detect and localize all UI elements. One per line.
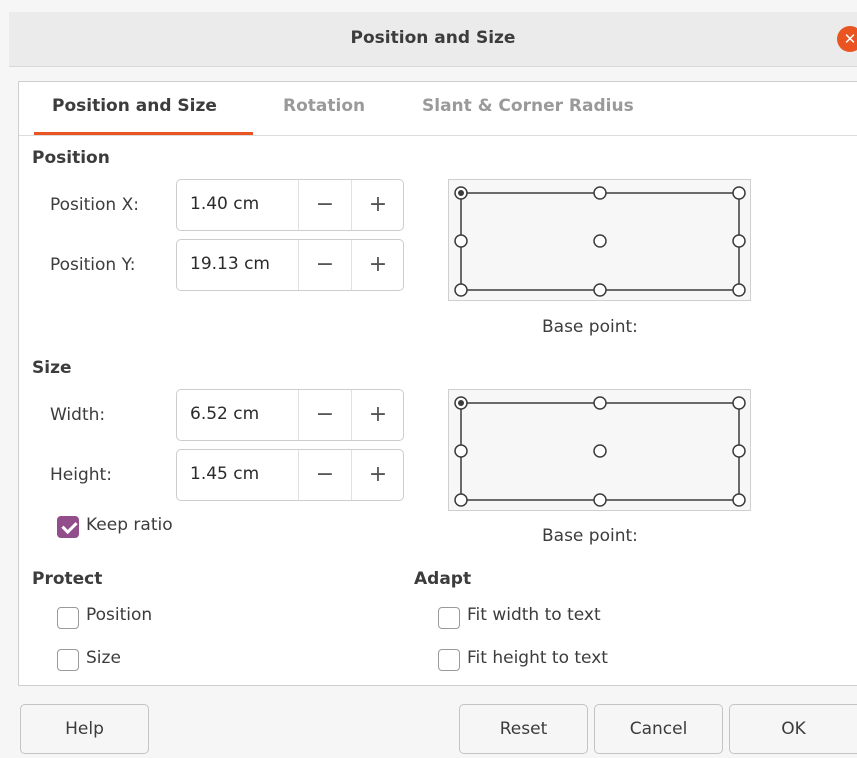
tab-position-and-size[interactable]: Position and Size	[52, 96, 217, 116]
position-heading: Position	[32, 148, 110, 168]
tab-panel: Position and Size Rotation Slant & Corne…	[18, 81, 857, 686]
position-y-input[interactable]: 19.13 cm	[190, 254, 270, 274]
position-y-decrement-button[interactable]: −	[298, 240, 351, 290]
ok-button[interactable]: OK	[729, 704, 857, 754]
fit-height-to-text-label: Fit height to text	[467, 648, 608, 668]
position-base-point-label: Base point:	[542, 317, 638, 337]
tab-slant-corner-radius[interactable]: Slant & Corner Radius	[422, 96, 634, 116]
dialog-window: Position and Size ✕ Position and Size Ro…	[0, 0, 857, 758]
protect-position-label: Position	[86, 605, 153, 625]
height-label: Height:	[50, 465, 112, 485]
protect-heading: Protect	[32, 569, 103, 589]
height-increment-button[interactable]: +	[351, 450, 404, 500]
position-x-increment-button[interactable]: +	[351, 180, 404, 230]
protect-size-label: Size	[86, 648, 121, 668]
size-base-point-selector[interactable]	[448, 389, 751, 511]
size-heading: Size	[32, 358, 72, 378]
height-decrement-button[interactable]: −	[298, 450, 351, 500]
protect-position-checkbox[interactable]	[57, 607, 79, 629]
position-y-increment-button[interactable]: +	[351, 240, 404, 290]
width-label: Width:	[50, 405, 106, 425]
width-input[interactable]: 6.52 cm	[190, 404, 259, 424]
protect-size-checkbox[interactable]	[57, 649, 79, 671]
position-x-spinbox[interactable]: 1.40 cm − +	[176, 179, 404, 231]
width-increment-button[interactable]: +	[351, 390, 404, 440]
cancel-button[interactable]: Cancel	[594, 704, 723, 754]
size-base-point-label: Base point:	[542, 526, 638, 546]
fit-height-to-text-checkbox[interactable]	[438, 649, 460, 671]
width-spinbox[interactable]: 6.52 cm − +	[176, 389, 404, 441]
keep-ratio-checkbox[interactable]	[57, 516, 79, 538]
position-y-spinbox[interactable]: 19.13 cm − +	[176, 239, 404, 291]
height-input[interactable]: 1.45 cm	[190, 464, 259, 484]
position-x-input[interactable]: 1.40 cm	[190, 194, 259, 214]
fit-width-to-text-label: Fit width to text	[467, 605, 601, 625]
title-bar: Position and Size ✕	[9, 12, 857, 67]
reset-button[interactable]: Reset	[459, 704, 588, 754]
position-x-label: Position X:	[50, 195, 139, 215]
fit-width-to-text-checkbox[interactable]	[438, 607, 460, 629]
position-x-decrement-button[interactable]: −	[298, 180, 351, 230]
dialog-title: Position and Size	[350, 28, 516, 48]
height-spinbox[interactable]: 1.45 cm − +	[176, 449, 404, 501]
position-y-label: Position Y:	[50, 255, 136, 275]
adapt-heading: Adapt	[414, 569, 472, 589]
tab-divider	[19, 135, 857, 136]
close-icon: ✕	[843, 30, 857, 48]
close-button[interactable]: ✕	[837, 26, 857, 52]
base-point-grid-icon	[454, 186, 746, 297]
position-base-point-selector[interactable]	[448, 179, 751, 301]
width-decrement-button[interactable]: −	[298, 390, 351, 440]
keep-ratio-label: Keep ratio	[86, 515, 173, 535]
tab-rotation[interactable]: Rotation	[283, 96, 365, 116]
help-button[interactable]: Help	[20, 704, 149, 754]
base-point-grid-icon	[454, 396, 746, 507]
